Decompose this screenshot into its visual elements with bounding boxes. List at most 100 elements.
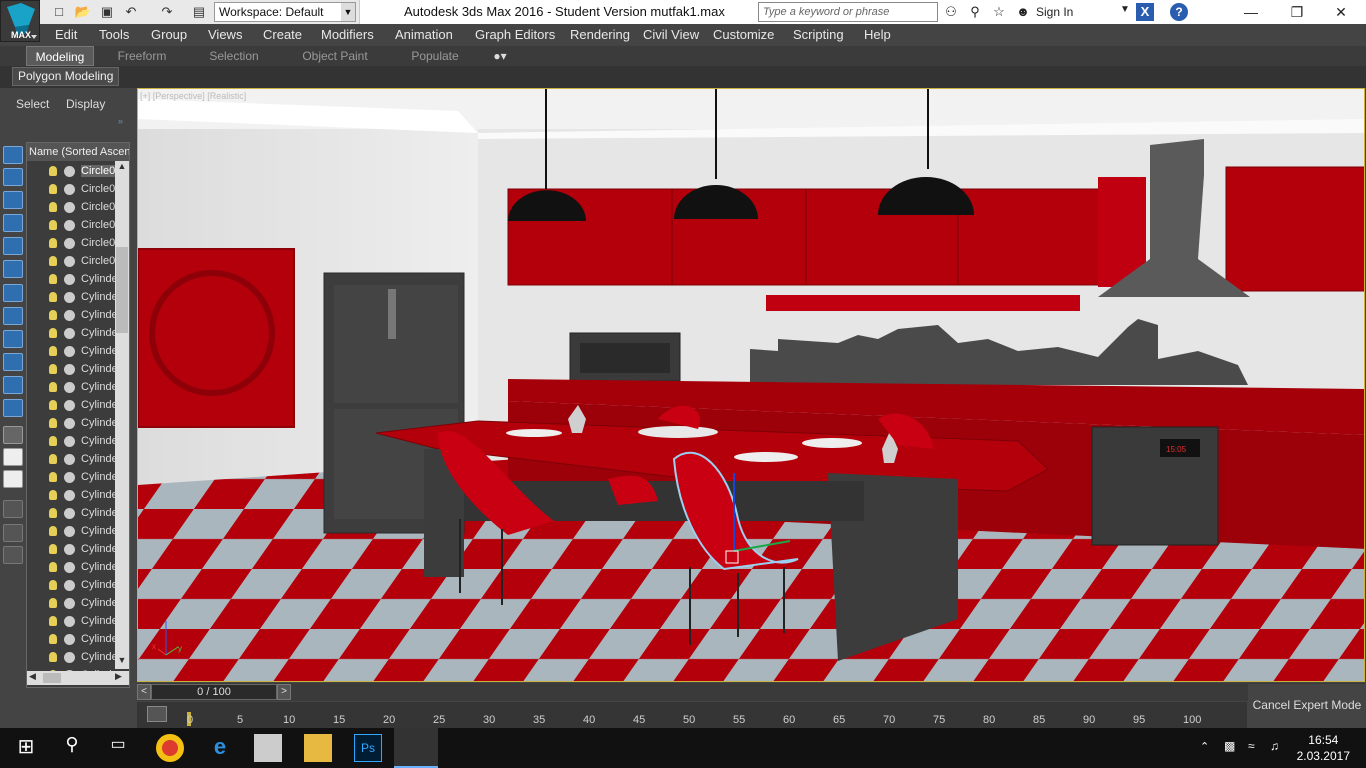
3dsmax-taskbar-icon[interactable]	[394, 728, 438, 768]
task-view-icon[interactable]: ▭	[104, 734, 132, 762]
list-item[interactable]: Cylinde	[27, 487, 115, 505]
list-vertical-scrollbar[interactable]: ▲ ▼	[115, 161, 129, 669]
time-slider[interactable]: < 0 / 100 >	[137, 683, 1365, 701]
tab-modeling[interactable]: Modeling	[26, 46, 94, 66]
display-shapes-icon[interactable]	[3, 191, 23, 209]
menu-civil-view[interactable]: Civil View	[643, 27, 699, 42]
menu-help[interactable]: Help	[864, 27, 891, 42]
menu-create[interactable]: Create	[263, 27, 302, 42]
list-item[interactable]: Cylinde	[27, 577, 115, 595]
tab-populate[interactable]: Populate	[400, 46, 470, 66]
display-frozen-icon[interactable]	[3, 399, 23, 417]
binoculars-icon[interactable]: ⚇	[942, 3, 960, 21]
list-item[interactable]: Cylinde	[27, 523, 115, 541]
wifi-icon[interactable]: ≈	[1248, 739, 1255, 753]
cancel-expert-mode-button[interactable]: Cancel Expert Mode	[1248, 684, 1366, 728]
display-geometry-icon[interactable]	[3, 168, 23, 186]
lightbulb-icon[interactable]	[49, 526, 57, 536]
list-item[interactable]: Cylinde	[27, 451, 115, 469]
system-clock[interactable]: 16:54 2.03.2017	[1297, 732, 1350, 764]
menu-scripting[interactable]: Scripting	[793, 27, 844, 42]
lightbulb-icon[interactable]	[49, 454, 57, 464]
lightbulb-icon[interactable]	[49, 490, 57, 500]
lightbulb-icon[interactable]	[49, 472, 57, 482]
help-icon[interactable]: ?	[1170, 3, 1188, 21]
lightbulb-icon[interactable]	[49, 382, 57, 392]
list-item[interactable]: Cylinde	[27, 415, 115, 433]
undo-icon[interactable]: ↶	[122, 3, 140, 21]
display-none-icon[interactable]	[3, 146, 23, 164]
file-explorer-icon[interactable]	[304, 734, 332, 762]
photoshop-icon[interactable]: Ps	[354, 734, 382, 762]
lightbulb-icon[interactable]	[49, 346, 57, 356]
lightbulb-icon[interactable]	[49, 634, 57, 644]
list-item[interactable]: Cylinde	[27, 469, 115, 487]
find-icon[interactable]	[3, 546, 23, 564]
list-item[interactable]: Cylinde	[27, 505, 115, 523]
list-item[interactable]: Cylinde	[27, 343, 115, 361]
lightbulb-icon[interactable]	[49, 508, 57, 518]
open-folder-icon[interactable]: 📂	[74, 3, 92, 21]
search-input[interactable]: Type a keyword or phrase	[758, 2, 938, 22]
communication-center-icon[interactable]: ⚲	[966, 3, 984, 21]
lightbulb-icon[interactable]	[49, 562, 57, 572]
list-item[interactable]: Cylinde	[27, 541, 115, 559]
lightbulb-icon[interactable]	[49, 238, 57, 248]
lightbulb-icon[interactable]	[49, 400, 57, 410]
lightbulb-icon[interactable]	[49, 580, 57, 590]
frame-counter[interactable]: 0 / 100	[151, 684, 277, 700]
menu-modifiers[interactable]: Modifiers	[321, 27, 374, 42]
list-hscroll-thumb[interactable]	[43, 673, 61, 683]
application-menu-button[interactable]: MAX	[0, 0, 40, 42]
display-lights-icon[interactable]	[3, 214, 23, 232]
lightbulb-icon[interactable]	[49, 418, 57, 428]
lightbulb-icon[interactable]	[49, 202, 57, 212]
expand-panel-icon[interactable]: »	[118, 116, 123, 126]
lightbulb-icon[interactable]	[49, 544, 57, 554]
display-none-toggle-icon[interactable]	[3, 448, 23, 466]
menu-rendering[interactable]: Rendering	[570, 27, 630, 42]
display-cameras-icon[interactable]	[3, 237, 23, 255]
lightbulb-icon[interactable]	[49, 364, 57, 374]
list-item[interactable]: Cylinde	[27, 289, 115, 307]
windows-start-icon[interactable]: ⊞	[12, 734, 40, 762]
ribbon-options-icon[interactable]: ●▾	[484, 46, 516, 66]
list-item[interactable]: Cylinde	[27, 613, 115, 631]
list-item[interactable]: Circle0	[27, 199, 115, 217]
next-frame-icon[interactable]: >	[277, 684, 291, 700]
display-helpers-icon[interactable]	[3, 260, 23, 278]
menu-group[interactable]: Group	[151, 27, 187, 42]
tab-selection[interactable]: Selection	[198, 46, 270, 66]
sign-in-link[interactable]: Sign In	[1036, 5, 1073, 19]
lightbulb-icon[interactable]	[49, 310, 57, 320]
tray-chevron-icon[interactable]: ⌃	[1200, 740, 1209, 753]
column-header-name[interactable]: Name (Sorted Ascen	[27, 143, 129, 161]
menu-graph-editors[interactable]: Graph Editors	[475, 27, 555, 42]
display-warps-icon[interactable]	[3, 284, 23, 302]
scroll-left-icon[interactable]: ◀	[29, 671, 36, 682]
scene-explorer-select-menu[interactable]: Select	[16, 97, 49, 111]
menu-animation[interactable]: Animation	[395, 27, 453, 42]
list-item[interactable]: Cylinde	[27, 433, 115, 451]
project-folder-icon[interactable]: ▤	[190, 3, 208, 21]
scene-explorer-display-menu[interactable]: Display	[66, 97, 105, 111]
list-item[interactable]: Cylinde	[27, 307, 115, 325]
display-bones-icon[interactable]	[3, 353, 23, 371]
volume-icon[interactable]: ♫	[1270, 739, 1279, 753]
list-item[interactable]: Circle0	[27, 163, 115, 181]
exchange-apps-icon[interactable]: X	[1136, 3, 1154, 21]
lightbulb-icon[interactable]	[49, 616, 57, 626]
list-item[interactable]: Cylinde	[27, 595, 115, 613]
edge-icon[interactable]: e	[206, 734, 234, 762]
lightbulb-icon[interactable]	[49, 166, 57, 176]
chrome-icon[interactable]	[156, 734, 184, 762]
invert-display-icon[interactable]	[3, 470, 23, 488]
list-item[interactable]: Cylinde	[27, 361, 115, 379]
lightbulb-icon[interactable]	[49, 274, 57, 284]
tab-object-paint[interactable]: Object Paint	[292, 46, 378, 66]
polygon-modeling-panel[interactable]: Polygon Modeling	[12, 67, 120, 86]
redo-icon[interactable]: ↷	[158, 3, 176, 21]
list-item[interactable]: Circle0	[27, 235, 115, 253]
track-bar[interactable]: 0 5 10 15 20 25 30 35 40 45 50 55 60 65 70 75 80 85 90 95 10…	[137, 702, 1247, 728]
sign-in-dropdown-icon[interactable]: ▼	[1120, 4, 1130, 15]
